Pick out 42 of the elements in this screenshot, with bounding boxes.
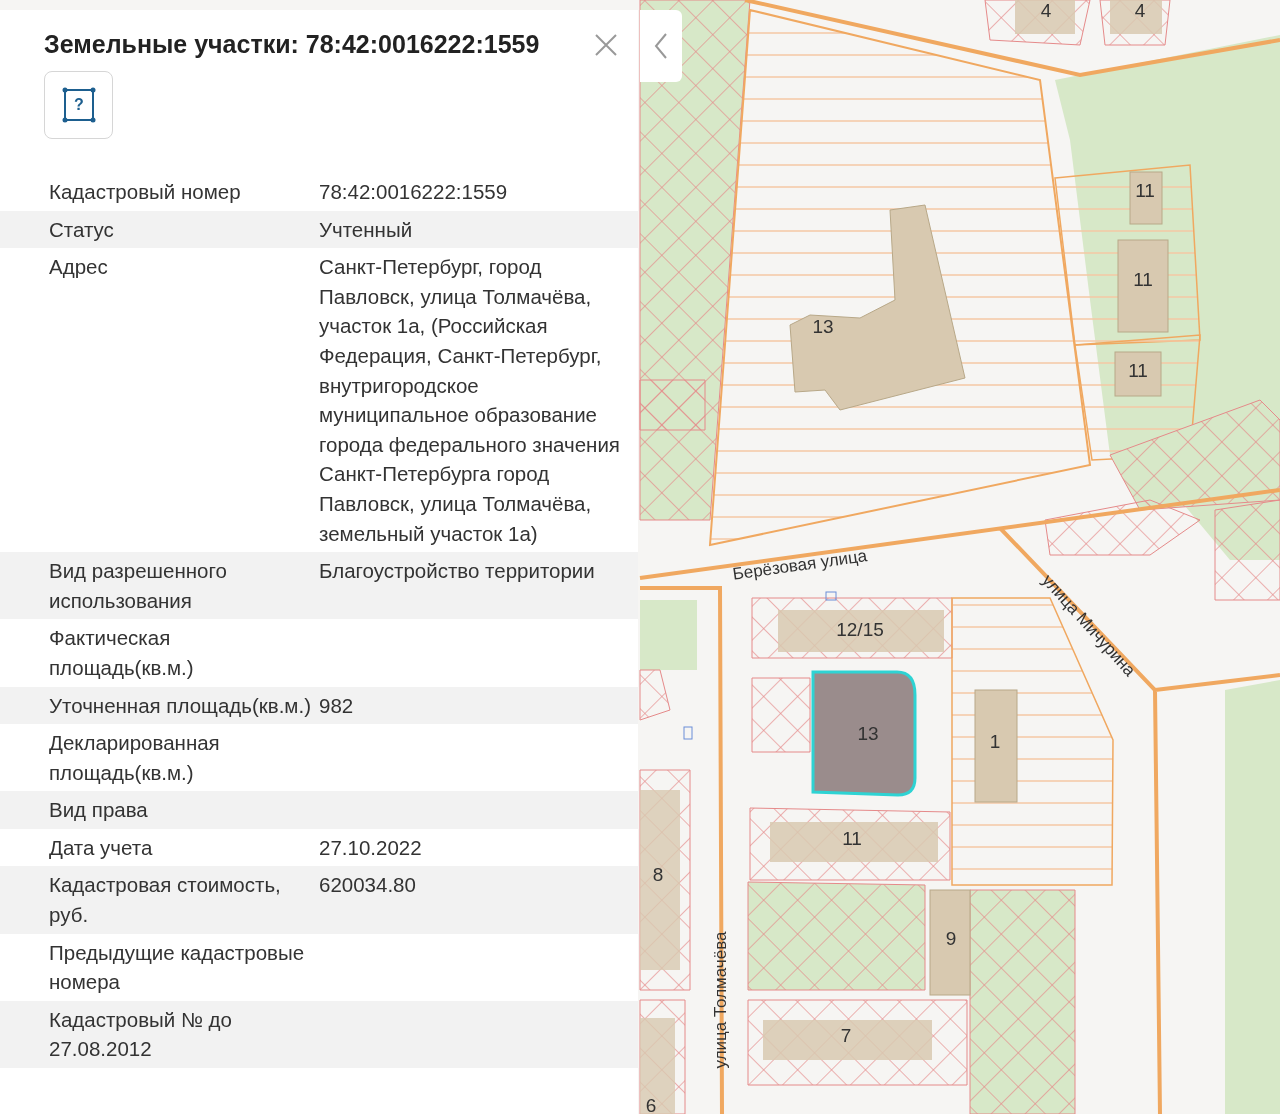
parcel-type-button[interactable]: ? <box>44 71 113 139</box>
field-label: Уточненная площадь(кв.м.) <box>48 692 312 719</box>
selected-parcel[interactable] <box>811 670 917 797</box>
field-label: Предыдущие кадастровые номера <box>48 939 306 996</box>
collapse-panel-button[interactable] <box>640 10 682 82</box>
building-number: 1 <box>989 731 1001 752</box>
field-label: Статус <box>48 216 115 243</box>
building-number: 4 <box>1040 0 1052 21</box>
field-label: Адрес <box>48 254 109 281</box>
field-label: Кадастровая стоимость, руб. <box>48 872 282 929</box>
field-value: Санкт-Петербург, город Павловск, улица Толмачёва, участок 1а, (Российская Федерация, Санкт-Петербург, внутригородское муниципальное образование города федерального значения Санкт-Петербурга город Павловск, улица Толмачёва, земельный участок 1а) <box>319 254 621 547</box>
field-label: Кадастровый № до 27.08.2012 <box>48 1006 233 1063</box>
field-label: Кадастровый номер <box>48 179 242 205</box>
building-number: 11 <box>1128 360 1148 381</box>
building-number: 11 <box>1135 180 1155 201</box>
building-number: 8 <box>652 864 664 885</box>
building-number: 9 <box>945 928 957 949</box>
building-number: 13 <box>812 316 834 337</box>
close-icon[interactable] <box>594 32 618 57</box>
building-number: 4 <box>1134 0 1146 21</box>
field-label: Вид права <box>48 797 149 824</box>
street-label: улица Толмачёва <box>711 931 731 1069</box>
field-value: 78:42:0016222:1559 <box>319 179 509 205</box>
field-value: 27.10.2022 <box>319 834 423 861</box>
field-label: Вид разрешенного использования <box>48 558 228 614</box>
parcel-frame-icon: ? <box>60 86 97 124</box>
panel-title: Земельные участки: 78:42:0016222:1559 <box>44 30 540 59</box>
building-number: 12/15 <box>836 619 884 640</box>
field-label: Дата учета <box>48 834 154 861</box>
field-label: Фактическая площадь(кв.м.) <box>48 625 195 681</box>
building-number: 11 <box>1133 269 1153 290</box>
field-value: Благоустройство территории <box>319 558 596 585</box>
chevron-left-icon <box>654 32 668 60</box>
field-value: Учтенный <box>319 216 414 243</box>
building-number: 11 <box>842 828 862 849</box>
building-number: 6 <box>645 1095 657 1114</box>
field-value: 620034.80 <box>319 872 417 899</box>
field-label: Декларированная площадь(кв.м.) <box>48 730 221 786</box>
building-number: 13 <box>857 723 879 744</box>
field-value: 982 <box>319 692 355 719</box>
building-number: 7 <box>840 1025 852 1046</box>
street-label: Берёзовая улица <box>731 546 869 584</box>
